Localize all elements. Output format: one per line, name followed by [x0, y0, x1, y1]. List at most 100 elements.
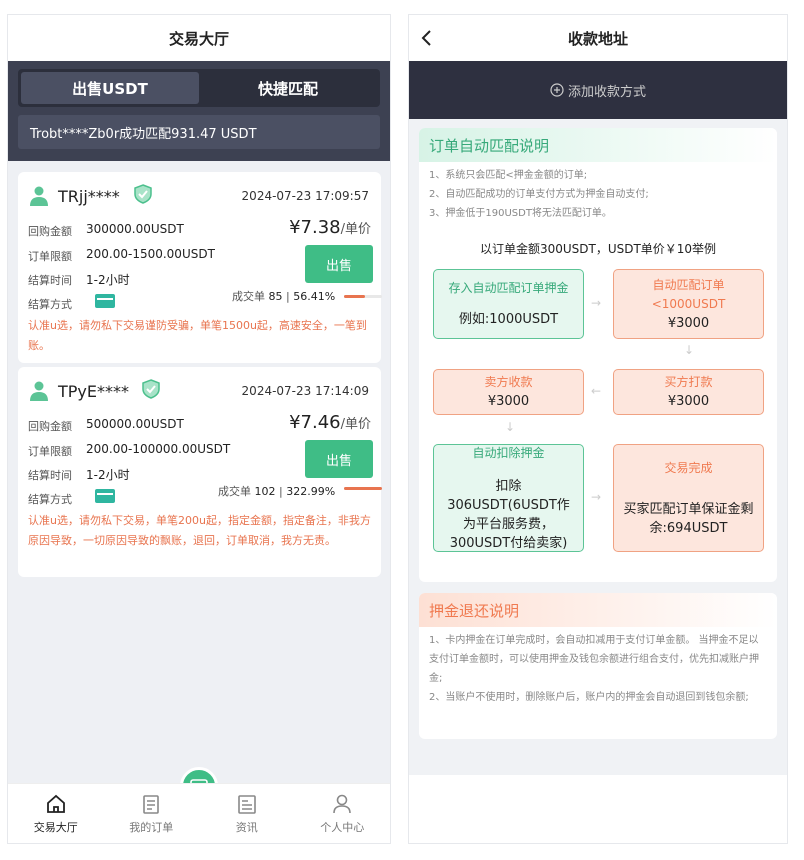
trading-hall-screen: 交易大厅 出售USDT 快捷匹配 Trobt****Zb0r成功匹配931.47… [7, 14, 391, 844]
hall-header: 出售USDT 快捷匹配 Trobt****Zb0r成功匹配931.47 USDT [8, 61, 390, 161]
buyback-value: 300000.00USDT [86, 222, 184, 236]
user-avatar-icon [30, 186, 48, 206]
arrow-down-icon: ↓ [684, 343, 695, 357]
home-icon [46, 794, 65, 813]
auto-match-title: 订单自动匹配说明 [419, 128, 777, 162]
step-text: 例如:1000USDT [458, 312, 559, 327]
completion-rate: 56.41% [293, 290, 336, 303]
auto-match-card: 订单自动匹配说明 1、系统只会匹配<押金金额的订单; 2、自动匹配成功的订单支付… [419, 128, 777, 582]
desc-line: 2、自动匹配成功的订单支付方式为押金自动支付; [429, 189, 649, 200]
unit-price: ¥7.46/单价 [289, 412, 371, 433]
flow-step-match: 自动匹配订单<1000USDT ¥3000 [613, 269, 764, 339]
match-ticker: Trobt****Zb0r成功匹配931.47 USDT [18, 115, 380, 149]
auto-match-desc: 1、系统只会匹配<押金金额的订单; 2、自动匹配成功的订单支付方式为押金自动支付… [419, 162, 777, 223]
sell-button[interactable]: 出售 [305, 440, 373, 478]
desc-line: 3、押金低于190USDT将无法匹配订单。 [429, 208, 612, 219]
step-title: 自动扣除押金 [472, 445, 545, 460]
desc-line: 1、系统只会匹配<押金金额的订单; [429, 170, 588, 181]
nav-news[interactable]: 资讯 [199, 784, 295, 843]
step-title: 自动匹配订单<1000USDT [651, 277, 726, 311]
arrow-right-icon: → [591, 296, 602, 310]
step-text: ¥3000 [667, 394, 710, 409]
flow-step-seller-receive: 卖方收款 ¥3000 [433, 369, 584, 415]
completion-rate: 322.99% [286, 485, 336, 498]
deals-count: 85 [268, 290, 283, 303]
listing-date: 2024-07-23 17:09:57 [241, 189, 369, 203]
settle-method-label: 结算方式 [28, 298, 72, 311]
back-arrow-icon[interactable] [421, 29, 433, 47]
flow-step-deposit: 存入自动匹配订单押金 例如:1000USDT [433, 269, 584, 339]
refund-desc: 1、卡内押金在订单完成时，会自动扣减用于支付订单金额。 当押金不足以支付订单金额… [419, 627, 777, 707]
buyback-value: 500000.00USDT [86, 417, 184, 431]
completion-bar [344, 295, 382, 298]
settle-time-label: 结算时间 [28, 469, 72, 482]
step-title: 买方打款 [664, 375, 713, 389]
listing-date: 2024-07-23 17:14:09 [241, 384, 369, 398]
settle-time-value: 1-2小时 [86, 273, 130, 287]
deals-label: 成交单 [232, 290, 265, 303]
nav-profile[interactable]: 个人中心 [295, 784, 391, 843]
seller-name: TPyE**** [58, 382, 129, 401]
nav-label: 交易大厅 [33, 821, 78, 834]
seller-name: TRjj**** [58, 187, 120, 206]
bottom-nav: 交易大厅 我的订单 资讯 个人中心 [8, 783, 390, 843]
step-title: 卖方收款 [484, 375, 533, 389]
verified-shield-icon [134, 184, 152, 204]
deal-stats: 成交单 102 | 322.99% [218, 485, 336, 498]
arrow-right-icon: → [591, 490, 602, 504]
user-avatar-icon [30, 381, 48, 401]
payment-address-screen: 收款地址 添加收款方式 订单自动匹配说明 1、系统只会匹配<押金金额的订单; 2… [408, 14, 788, 844]
nav-trading-hall[interactable]: 交易大厅 [8, 784, 104, 843]
buyback-label: 回购金额 [28, 225, 72, 238]
settle-time-value: 1-2小时 [86, 468, 130, 482]
bank-card-icon [95, 489, 115, 503]
step-text: ¥3000 [667, 315, 710, 331]
flow-step-buyer-pay: 买方打款 ¥3000 [613, 369, 764, 415]
page-title: 收款地址 [567, 29, 628, 48]
completion-bar-fill [344, 295, 366, 298]
desc-line: 1、卡内押金在订单完成时，会自动扣减用于支付订单金额。 当押金不足以支付订单金额… [429, 635, 759, 684]
plus-circle-icon [550, 83, 564, 97]
desc-line: 2、当账户不使用时，删除账户后，账户内的押金会自动退回到钱包余额; [429, 692, 749, 703]
person-icon [333, 794, 352, 814]
flow-step-deduct: 自动扣除押金扣除306USDT(6USDT作为平台服务费，300USDT付给卖家… [433, 444, 584, 552]
tab-sell-usdt[interactable]: 出售USDT [21, 72, 199, 104]
add-payment-method-button[interactable]: 添加收款方式 [409, 61, 787, 119]
limit-label: 订单限额 [28, 445, 72, 458]
listing-card: TRjj**** 2024-07-23 17:09:57 回购金额 300000… [18, 172, 382, 363]
nav-my-orders[interactable]: 我的订单 [104, 784, 200, 843]
completion-bar [344, 487, 382, 490]
limit-value: 200.00-1500.00USDT [86, 247, 215, 261]
unit-label: /单价 [340, 222, 371, 237]
nav-label: 个人中心 [320, 821, 365, 834]
step-title: 存入自动匹配订单押金 [448, 281, 569, 295]
settle-method-label: 结算方式 [28, 493, 72, 506]
nav-label: 资讯 [235, 821, 258, 834]
unit-price: ¥7.38/单价 [289, 217, 371, 238]
limit-label: 订单限额 [28, 250, 72, 263]
limit-value: 200.00-100000.00USDT [86, 442, 231, 456]
unit-label: /单价 [340, 417, 371, 432]
flow-step-complete: 交易完成 买家匹配订单保证金剩余:694USDT [613, 444, 764, 552]
buyback-label: 回购金额 [28, 420, 72, 433]
deals-count: 102 [254, 485, 276, 498]
listing-card: TPyE**** 2024-07-23 17:14:09 回购金额 500000… [18, 367, 382, 577]
seller-note: 认准u选，请勿私下交易，单笔200u起，指定金额，指定备注，非我方原因导致，一切… [28, 514, 371, 547]
step-text: ¥3000 [487, 394, 530, 409]
deal-stats: 成交单 85 | 56.41% [232, 290, 336, 303]
deals-label: 成交单 [218, 485, 251, 498]
sell-button[interactable]: 出售 [305, 245, 373, 283]
settle-time-label: 结算时间 [28, 274, 72, 287]
mode-tabs: 出售USDT 快捷匹配 [18, 69, 380, 107]
tab-quick-match[interactable]: 快捷匹配 [199, 72, 377, 104]
verified-shield-icon [142, 379, 160, 399]
bank-card-icon [95, 294, 115, 308]
order-list-icon [143, 795, 160, 814]
add-method-label: 添加收款方式 [567, 84, 646, 100]
price-value: ¥7.38 [289, 217, 341, 238]
page-title: 交易大厅 [8, 15, 390, 61]
completion-bar-fill [344, 487, 382, 490]
refund-title: 押金退还说明 [419, 593, 777, 627]
news-icon [237, 795, 256, 814]
step-text: 扣除306USDT(6USDT作为平台服务费，300USDT付给卖家) [447, 478, 570, 551]
